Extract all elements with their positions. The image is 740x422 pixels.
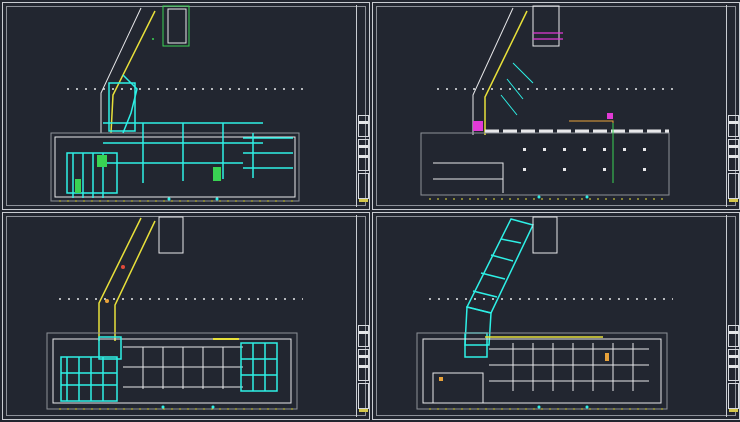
floor-plan-structural: [416, 216, 673, 410]
sheet-bottom-left[interactable]: [2, 212, 370, 420]
floor-plan-sprinkler: [46, 216, 303, 410]
cad-drawing-canvas: [0, 0, 740, 422]
floor-plan-hvac: [50, 5, 303, 202]
title-block: [726, 5, 740, 207]
sheet-top-left[interactable]: [2, 2, 370, 210]
title-block: [726, 215, 740, 417]
sheet-bottom-right[interactable]: [372, 212, 740, 420]
title-block: [356, 5, 370, 207]
sheet-top-right[interactable]: [372, 2, 740, 210]
title-block: [356, 215, 370, 417]
floor-plan-piping: [420, 5, 673, 200]
